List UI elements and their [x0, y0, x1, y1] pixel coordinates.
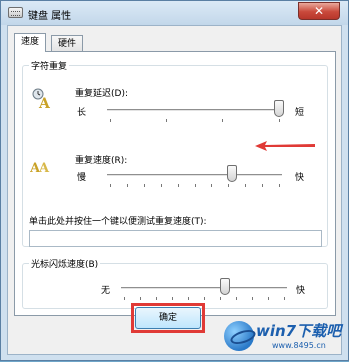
keyboard-icon — [8, 7, 23, 18]
repeat-delay-icon: A — [32, 88, 51, 111]
win7-logo-icon — [224, 321, 254, 351]
annotation-highlight-box — [131, 303, 205, 333]
keyboard-properties-window: 键盘 属性 ✕ 速度 硬件 字符重复 A 重复延迟(D): 长 短 A A 重复… — [0, 0, 349, 361]
svg-text:A: A — [38, 96, 51, 111]
cursor-blink-ticks — [124, 297, 285, 301]
repeat-test-input[interactable] — [29, 230, 322, 247]
repeat-delay-max-label: 短 — [295, 108, 305, 118]
repeat-delay-slider-thumb[interactable] — [274, 100, 284, 117]
repeat-rate-ticks — [110, 184, 280, 188]
repeat-rate-min-label: 慢 — [77, 173, 87, 183]
speed-tab-panel: 字符重复 A 重复延迟(D): 长 短 A A 重复速度(R): 慢 快 单击此… — [14, 51, 336, 316]
tab-hardware[interactable]: 硬件 — [51, 35, 84, 52]
cursor-blink-max-label: 快 — [296, 286, 306, 296]
repeat-rate-slider-thumb[interactable] — [226, 165, 237, 182]
watermark-brand: win7下载吧 — [256, 322, 342, 340]
repeat-rate-max-label: 快 — [295, 173, 305, 183]
svg-text:A: A — [38, 161, 50, 176]
cursor-blink-track[interactable] — [121, 287, 287, 290]
repeat-delay-ticks — [110, 119, 280, 123]
repeat-delay-track[interactable] — [107, 109, 282, 112]
close-icon: ✕ — [313, 4, 325, 18]
char-repeat-group-title: 字符重复 — [29, 59, 70, 72]
cursor-blink-min-label: 无 — [101, 286, 111, 296]
close-button[interactable]: ✕ — [298, 2, 340, 20]
watermark: win7下载吧 www.8495.cn — [224, 317, 349, 362]
tab-hardware-label: 硬件 — [58, 39, 77, 49]
repeat-rate-label: 重复速度(R): — [75, 156, 128, 166]
annotation-arrow — [255, 141, 315, 151]
cursor-blink-group-title: 光标闪烁速度(B) — [29, 257, 101, 270]
repeat-delay-min-label: 长 — [77, 108, 87, 118]
repeat-delay-label: 重复延迟(D): — [75, 89, 128, 99]
watermark-url: www.8495.cn — [272, 341, 326, 350]
tab-speed[interactable]: 速度 — [14, 33, 47, 52]
cursor-blink-slider-thumb[interactable] — [219, 278, 230, 295]
repeat-rate-track[interactable] — [107, 174, 282, 177]
char-repeat-group: 字符重复 A 重复延迟(D): 长 短 A A 重复速度(R): 慢 快 单击此… — [22, 59, 328, 247]
tab-speed-label: 速度 — [21, 37, 40, 47]
repeat-rate-icon: A A — [30, 161, 50, 176]
window-title: 键盘 属性 — [28, 11, 72, 22]
repeat-test-label: 单击此处并按住一个键以便测试重复速度(T): — [29, 217, 207, 227]
title-bar[interactable]: 键盘 属性 ✕ — [1, 1, 348, 25]
